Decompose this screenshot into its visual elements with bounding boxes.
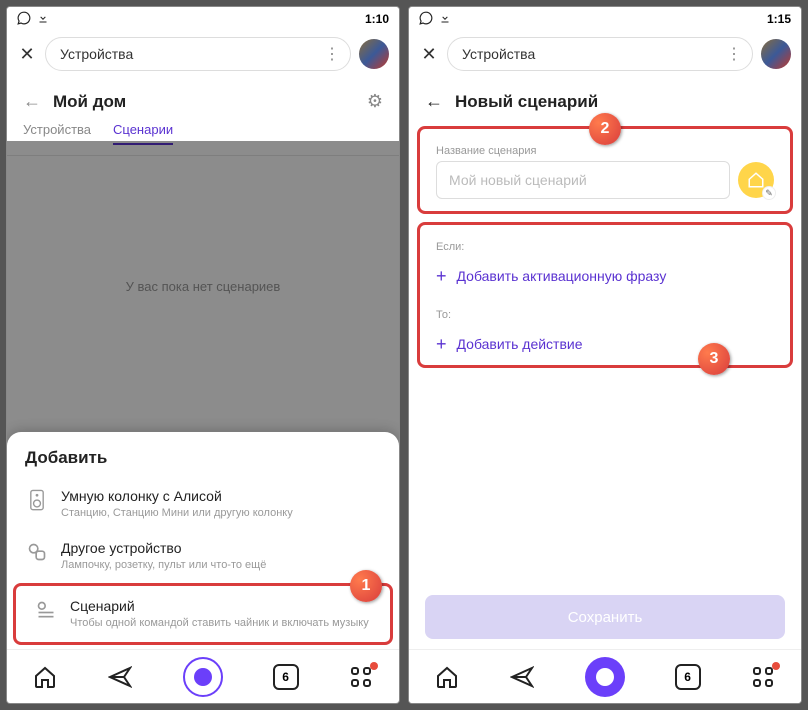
- bottom-nav: 6: [7, 649, 399, 703]
- avatar[interactable]: [359, 39, 389, 69]
- highlight-name: 2 Название сценария Мой новый сценарий ✎: [417, 126, 793, 214]
- speaker-icon: [25, 488, 49, 512]
- search-header: ✕ Устройства ⋮: [409, 31, 801, 77]
- whatsapp-icon: [17, 11, 31, 28]
- callout-2: 2: [589, 113, 621, 145]
- phone-left: 1:10 ✕ Устройства ⋮ ← Мой дом ⚙ Устройст…: [6, 6, 400, 704]
- sheet-item-sub: Лампочку, розетку, пульт или что-то ещё: [61, 558, 266, 572]
- avatar[interactable]: [761, 39, 791, 69]
- then-label: То:: [420, 295, 790, 325]
- apps-icon[interactable]: [348, 664, 374, 690]
- sheet-item-title: Сценарий: [70, 598, 369, 614]
- scenario-icon: [34, 598, 58, 622]
- highlight-conditions: 3 Если: + Добавить активационную фразу Т…: [417, 222, 793, 368]
- add-action-button[interactable]: + Добавить действие: [420, 325, 790, 363]
- save-button[interactable]: Сохранить: [425, 595, 785, 639]
- sheet-item-sub: Чтобы одной командой ставить чайник и вк…: [70, 616, 369, 630]
- search-pill[interactable]: Устройства ⋮: [447, 37, 753, 71]
- sheet-item-title: Другое устройство: [61, 540, 266, 556]
- scenario-name-input[interactable]: Мой новый сценарий: [436, 161, 730, 199]
- status-bar: 1:10: [7, 7, 399, 31]
- highlight-scenario: 1 Сценарий Чтобы одной командой ставить …: [13, 583, 393, 645]
- save-label: Сохранить: [568, 609, 643, 626]
- sheet-item-other[interactable]: Другое устройство Лампочку, розетку, пул…: [7, 530, 399, 582]
- sheet-item-sub: Станцию, Станцию Мини или другую колонку: [61, 506, 293, 520]
- sheet-item-speaker[interactable]: Умную колонку с Алисой Станцию, Станцию …: [7, 478, 399, 530]
- whatsapp-icon: [419, 11, 433, 28]
- add-action-label: Добавить действие: [457, 336, 583, 352]
- more-icon[interactable]: ⋮: [726, 44, 740, 64]
- home-icon[interactable]: [434, 664, 460, 690]
- search-pill[interactable]: Устройства ⋮: [45, 37, 351, 71]
- status-bar: 1:15: [409, 7, 801, 31]
- search-title: Устройства: [462, 46, 535, 62]
- plus-icon: +: [436, 267, 447, 285]
- callout-3: 3: [698, 343, 730, 375]
- back-arrow-icon[interactable]: ←: [23, 91, 41, 112]
- page-title: Новый сценарий: [455, 92, 598, 112]
- add-phrase-button[interactable]: + Добавить активационную фразу: [420, 257, 790, 295]
- tabs-count[interactable]: 6: [675, 664, 701, 690]
- close-icon[interactable]: ✕: [17, 44, 37, 65]
- plug-icon: [25, 540, 49, 564]
- bottom-nav: 6: [409, 649, 801, 703]
- search-title: Устройства: [60, 46, 133, 62]
- tabs-count[interactable]: 6: [273, 664, 299, 690]
- bottom-sheet: Добавить Умную колонку с Алисой Станцию,…: [7, 432, 399, 649]
- edit-icon: ✎: [762, 186, 776, 200]
- apps-icon[interactable]: [750, 664, 776, 690]
- send-icon[interactable]: [509, 664, 535, 690]
- sheet-item-title: Умную колонку с Алисой: [61, 488, 293, 504]
- page-title: Мой дом: [53, 92, 126, 112]
- callout-1: 1: [350, 570, 382, 602]
- sheet-item-scenario[interactable]: Сценарий Чтобы одной командой ставить ча…: [16, 588, 390, 640]
- gear-icon[interactable]: ⚙: [367, 91, 383, 112]
- page-header: ← Мой дом ⚙: [7, 77, 399, 122]
- phone-right: 1:15 ✕ Устройства ⋮ ← Новый сценарий 2 Н…: [408, 6, 802, 704]
- close-icon[interactable]: ✕: [419, 44, 439, 65]
- more-icon[interactable]: ⋮: [324, 44, 338, 64]
- download-icon: [439, 12, 451, 27]
- if-label: Если:: [420, 227, 790, 257]
- home-icon[interactable]: [32, 664, 58, 690]
- clock-time: 1:10: [365, 12, 389, 26]
- send-icon[interactable]: [107, 664, 133, 690]
- alice-button[interactable]: [585, 657, 625, 697]
- notification-dot: [772, 662, 780, 670]
- add-phrase-label: Добавить активационную фразу: [457, 268, 667, 284]
- input-placeholder: Мой новый сценарий: [449, 172, 587, 188]
- clock-time: 1:15: [767, 12, 791, 26]
- download-icon: [37, 12, 49, 27]
- search-header: ✕ Устройства ⋮: [7, 31, 399, 77]
- notification-dot: [370, 662, 378, 670]
- icon-picker[interactable]: ✎: [738, 162, 774, 198]
- back-arrow-icon[interactable]: ←: [425, 91, 443, 112]
- plus-icon: +: [436, 335, 447, 353]
- alice-button[interactable]: [183, 657, 223, 697]
- sheet-title: Добавить: [7, 448, 399, 478]
